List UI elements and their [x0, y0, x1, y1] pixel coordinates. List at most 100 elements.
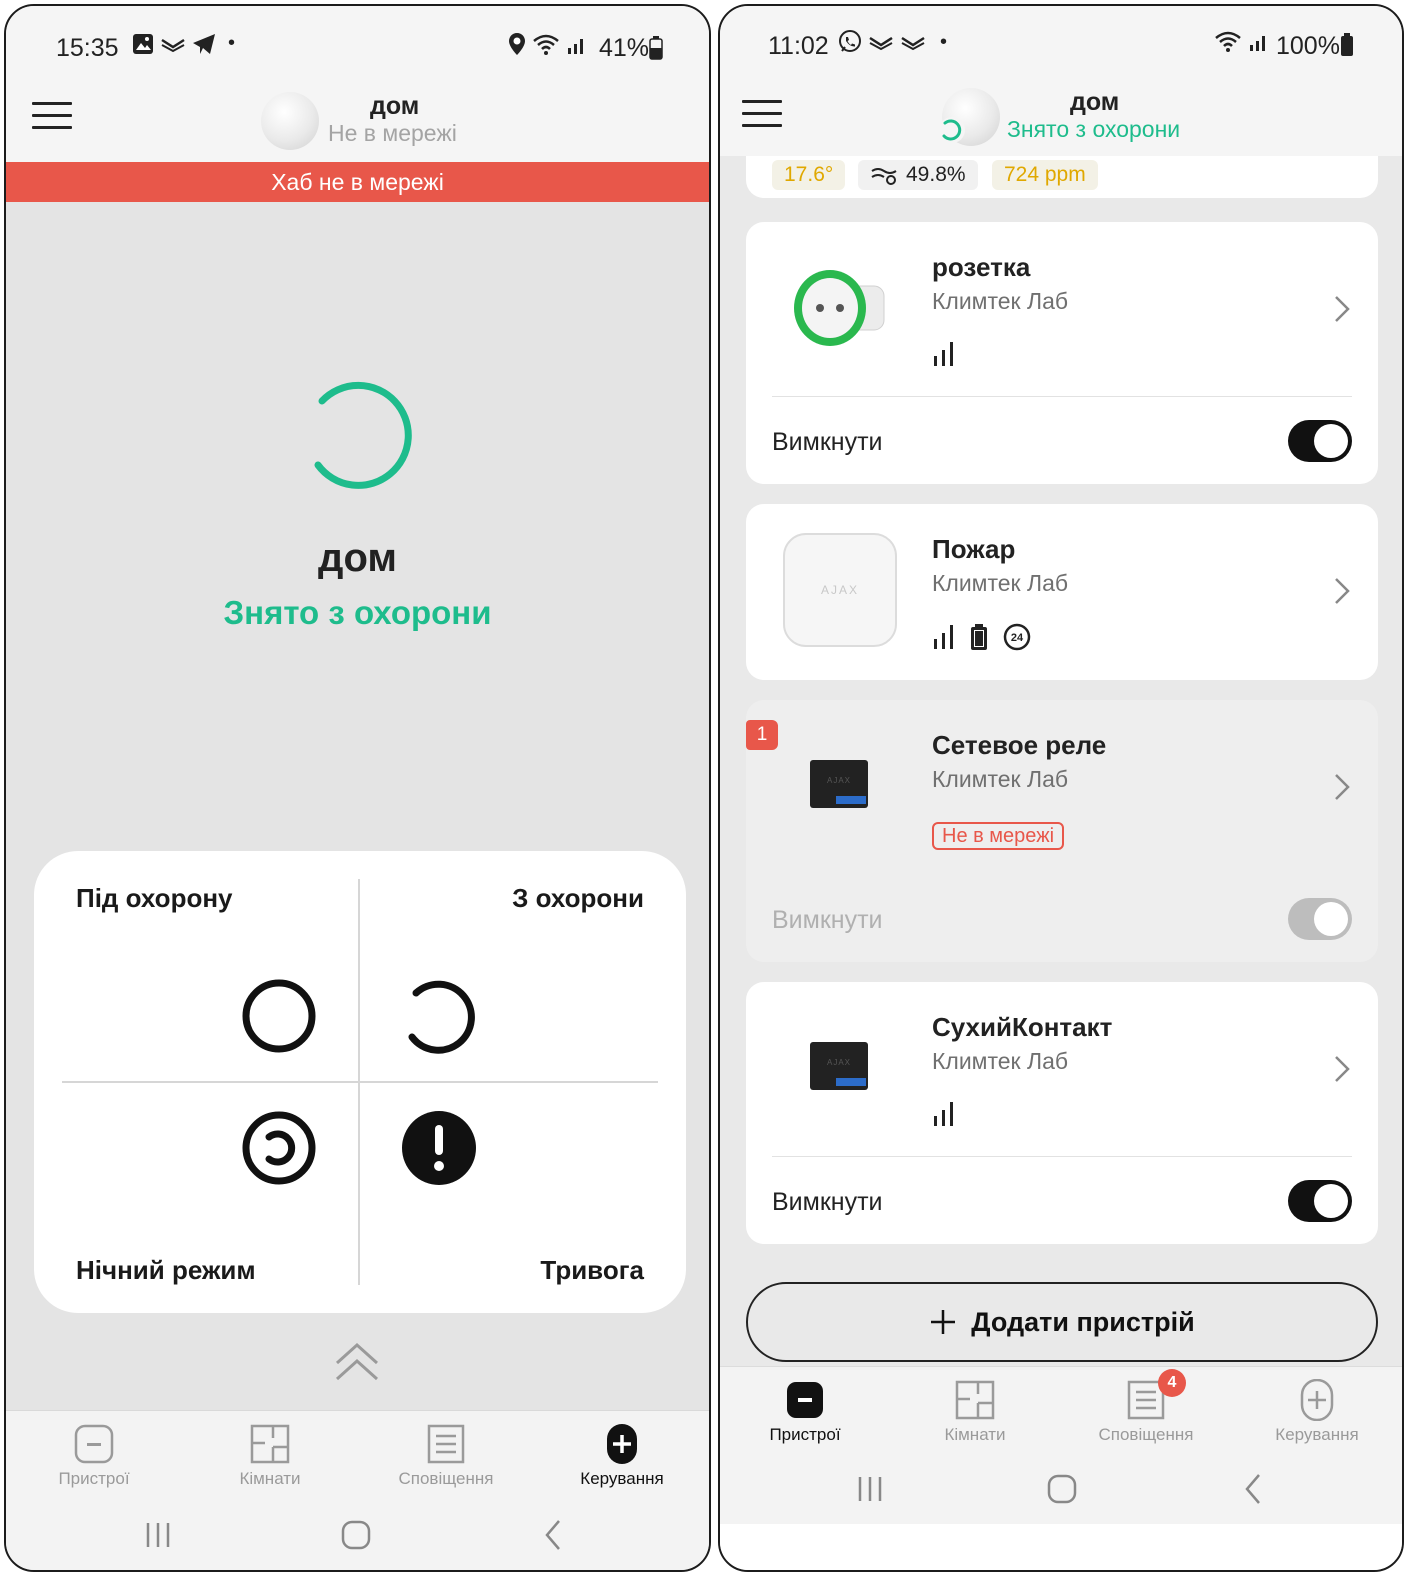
- device-status-icons: [932, 340, 956, 368]
- night-mode-button[interactable]: [240, 1109, 318, 1187]
- svg-text:AJAX: AJAX: [827, 776, 851, 785]
- nav-rooms[interactable]: Кімнати: [900, 1379, 1050, 1445]
- plus-icon: [931, 1310, 956, 1334]
- device-name: Пожар: [932, 534, 1016, 564]
- signal-icon: [934, 625, 953, 649]
- battery-icon: [1341, 33, 1353, 56]
- nav-rooms-label: Кімнати: [944, 1425, 1006, 1444]
- dot-icon: •: [228, 32, 236, 54]
- nav-notifications[interactable]: Сповіщення: [371, 1423, 521, 1489]
- wifi-icon: [1215, 31, 1241, 52]
- status-time: 11:02: [768, 32, 829, 60]
- bottom-navigation: Пристрої Кімнати Сповіщення Керування: [6, 1410, 709, 1570]
- humidity-icon: [871, 168, 897, 186]
- divider: [772, 396, 1352, 397]
- nav-control[interactable]: Керування: [547, 1423, 697, 1489]
- battery-percent: 100%: [1276, 32, 1340, 60]
- chevron-right-icon[interactable]: [1332, 772, 1352, 802]
- menu-icon[interactable]: [32, 102, 72, 130]
- control-icon: [1300, 1379, 1334, 1421]
- app-bar: дом Знято з охорони: [720, 82, 1402, 156]
- device-name: розетка: [932, 252, 1031, 282]
- control-icon: [607, 1424, 637, 1464]
- divider: [62, 1081, 658, 1083]
- device-room: Климтек Лаб: [932, 570, 1069, 596]
- hub-name[interactable]: дом: [1070, 88, 1119, 117]
- hub-title: дом: [318, 536, 397, 580]
- hub-sensor-card[interactable]: 17.6° 49.8% 724 ppm: [746, 156, 1378, 198]
- mail-icon: [901, 36, 925, 51]
- dry-contact-device-image: AJAX: [810, 1042, 868, 1090]
- co2-chip: 724 ppm: [992, 160, 1098, 190]
- toggle-label: Вимкнути: [772, 1188, 883, 1216]
- arm-label: Під охорону: [76, 883, 233, 913]
- divider: [772, 1156, 1352, 1157]
- rooms-icon: [955, 1380, 995, 1420]
- menu-icon[interactable]: [742, 100, 782, 128]
- signal-bars-icon: [568, 39, 583, 54]
- fire-detector-image: AJAX: [783, 533, 897, 647]
- status-bar: 11:02 • 100%: [720, 6, 1402, 82]
- chevron-right-icon[interactable]: [1332, 294, 1352, 324]
- nav-devices[interactable]: Пристрої: [19, 1423, 169, 1489]
- battery-icon: [649, 36, 663, 60]
- status-bar: 15:35 • 41%: [6, 6, 709, 86]
- nav-devices[interactable]: Пристрої: [730, 1379, 880, 1445]
- nav-control-label: Керування: [1275, 1425, 1359, 1444]
- app-bar: дом Не в мережі: [6, 86, 709, 162]
- status-notification-icons: •: [838, 30, 947, 54]
- hub-avatar: [261, 92, 319, 150]
- socket-power-toggle[interactable]: [1288, 420, 1352, 462]
- chevron-right-icon[interactable]: [1332, 576, 1352, 606]
- device-status-icons: [932, 1100, 956, 1128]
- nav-notifications[interactable]: Сповіщення: [1071, 1379, 1221, 1445]
- back-icon[interactable]: [1234, 1469, 1274, 1509]
- add-device-button[interactable]: Додати пристрій: [746, 1282, 1378, 1362]
- socket-device-image: [794, 270, 885, 346]
- svg-text:24: 24: [1011, 632, 1024, 644]
- panic-button[interactable]: [400, 1109, 478, 1187]
- back-icon[interactable]: [534, 1515, 574, 1555]
- signal-bars-icon: [1250, 36, 1265, 51]
- nav-rooms[interactable]: Кімнати: [195, 1423, 345, 1489]
- nav-notifications-label: Сповіщення: [1098, 1425, 1194, 1444]
- hub-name[interactable]: дом: [370, 92, 419, 121]
- temperature-chip: 17.6°: [772, 160, 846, 190]
- security-state: Знято з охорони: [223, 594, 492, 631]
- recent-apps-icon[interactable]: [850, 1469, 890, 1509]
- nav-control[interactable]: Керування: [1242, 1379, 1392, 1445]
- device-card-relay[interactable]: 1 AJAX Сетевое реле Климтек Лаб Не в мер…: [746, 700, 1378, 962]
- device-name: Сетевое реле: [932, 730, 1107, 760]
- disarm-label: З охорони: [512, 883, 644, 913]
- disarmed-small-icon: [939, 117, 965, 143]
- device-room: Климтек Лаб: [932, 288, 1069, 314]
- dry-contact-power-toggle[interactable]: [1288, 1180, 1352, 1222]
- signal-icon: [934, 1102, 953, 1126]
- viber-icon: [839, 30, 861, 52]
- nav-notifications-label: Сповіщення: [398, 1469, 494, 1488]
- device-room: Климтек Лаб: [932, 1048, 1069, 1074]
- device-card-socket[interactable]: розетка Климтек Лаб Вимкнути: [746, 222, 1378, 484]
- chevron-right-icon[interactable]: [1332, 1054, 1352, 1084]
- security-control-panel: Під охорону З охорони Нічний режим Триво…: [34, 851, 686, 1313]
- notifications-icon: [427, 1424, 465, 1464]
- disarm-button[interactable]: [400, 977, 478, 1055]
- relay-device-image: AJAX: [810, 760, 868, 808]
- devices-icon: [787, 1382, 823, 1418]
- home-icon[interactable]: [1042, 1469, 1082, 1509]
- bottom-navigation: Пристрої Кімнати Сповіщення 4 Керування: [720, 1366, 1402, 1524]
- device-card-dry-contact[interactable]: AJAX СухийКонтакт Климтек Лаб Вимкнути: [746, 982, 1378, 1244]
- device-name: СухийКонтакт: [932, 1012, 1113, 1042]
- home-icon[interactable]: [336, 1515, 376, 1555]
- arm-button[interactable]: [240, 977, 318, 1055]
- device-card-fire[interactable]: AJAX Пожар Климтек Лаб 24: [746, 504, 1378, 680]
- device-list[interactable]: 17.6° 49.8% 724 ppm розетка Климтек Лаб …: [720, 156, 1402, 1366]
- recent-apps-icon[interactable]: [138, 1515, 178, 1555]
- add-device-label: Додати пристрій: [971, 1306, 1195, 1337]
- device-room: Климтек Лаб: [932, 766, 1069, 792]
- hub-status: Не в мережі: [328, 120, 457, 146]
- signal-icon: [934, 342, 953, 366]
- humidity-value: 49.8%: [906, 163, 966, 186]
- toggle-label: Вимкнути: [772, 428, 883, 456]
- expand-up-icon[interactable]: [334, 1341, 380, 1383]
